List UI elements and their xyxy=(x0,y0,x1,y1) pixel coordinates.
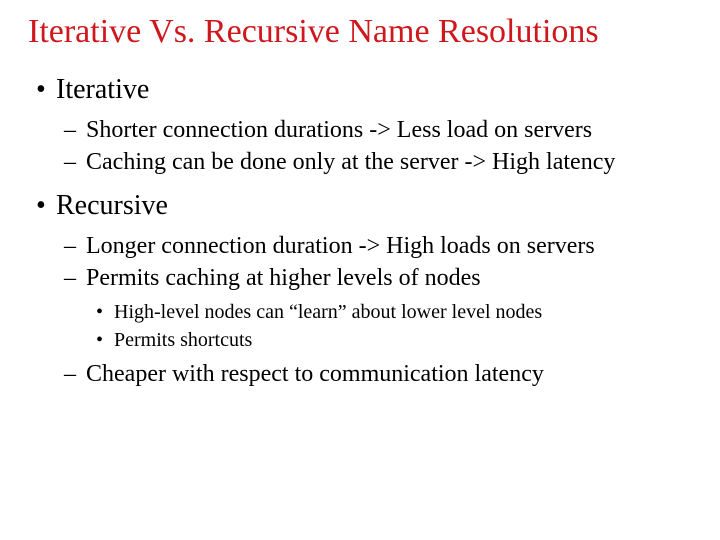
list-item-label: Permits caching at higher levels of node… xyxy=(86,265,481,291)
list-item: High-level nodes can “learn” about lower… xyxy=(114,299,692,325)
sub-list: Longer connection duration -> High loads… xyxy=(56,231,692,389)
section-heading: Iterative xyxy=(56,74,149,105)
slide-title: Iterative Vs. Recursive Name Resolutions xyxy=(28,12,692,51)
bullet-list: Iterative Shorter connection durations -… xyxy=(28,71,692,389)
list-item: Permits caching at higher levels of node… xyxy=(86,263,692,353)
list-item: Shorter connection durations -> Less loa… xyxy=(86,115,692,145)
list-item: Caching can be done only at the server -… xyxy=(86,147,692,177)
list-item: Longer connection duration -> High loads… xyxy=(86,231,692,261)
section-recursive: Recursive Longer connection duration -> … xyxy=(56,187,692,389)
sub-list: Shorter connection durations -> Less loa… xyxy=(56,115,692,177)
slide: Iterative Vs. Recursive Name Resolutions… xyxy=(0,0,720,540)
list-item: Cheaper with respect to communication la… xyxy=(86,359,692,389)
sub-sub-list: High-level nodes can “learn” about lower… xyxy=(86,299,692,353)
list-item: Permits shortcuts xyxy=(114,327,692,353)
section-iterative: Iterative Shorter connection durations -… xyxy=(56,71,692,177)
section-heading: Recursive xyxy=(56,190,168,221)
